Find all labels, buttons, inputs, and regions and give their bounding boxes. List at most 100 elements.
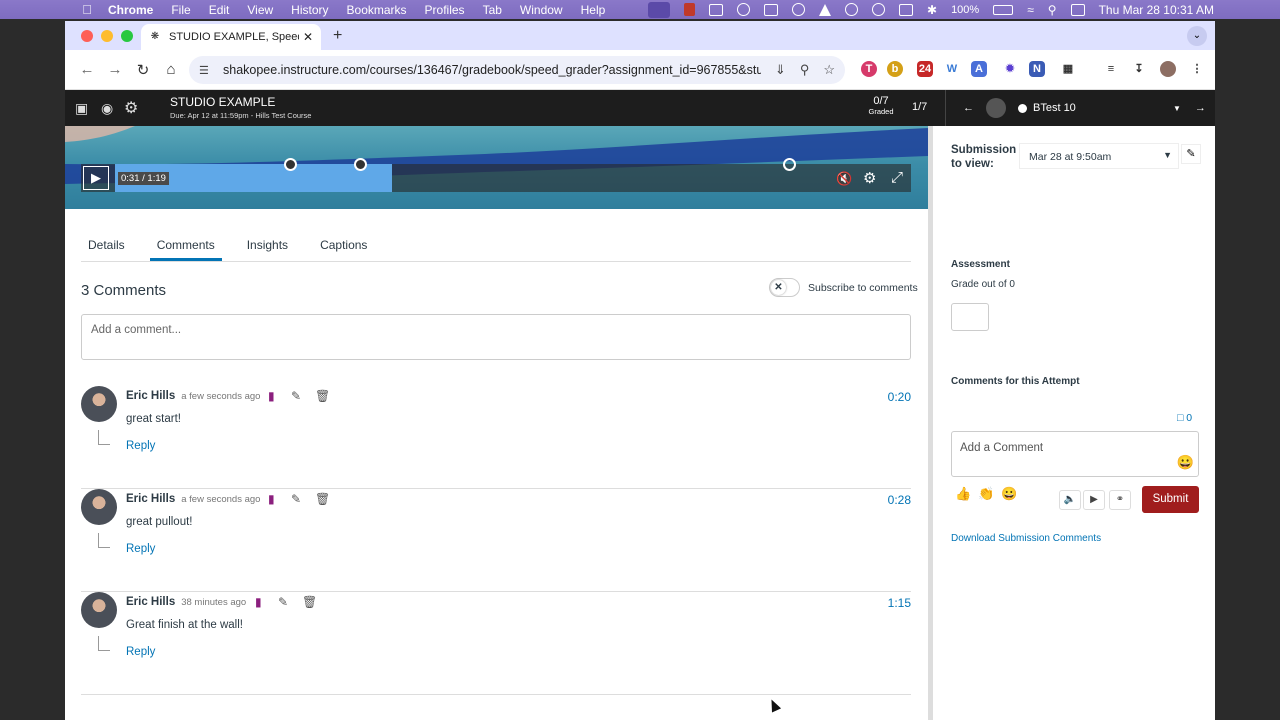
- delete-trash-icon[interactable]: 🗑: [315, 389, 330, 403]
- comment-marker[interactable]: [284, 158, 297, 171]
- comment-marker[interactable]: [354, 158, 367, 171]
- comment-timestamp-link[interactable]: 1:15: [888, 596, 911, 610]
- delete-trash-icon[interactable]: 🗑: [315, 492, 330, 506]
- settings-gear-icon[interactable]: ⚙: [124, 98, 138, 118]
- close-tab-icon[interactable]: ✕: [303, 30, 313, 44]
- audio-comment-icon[interactable]: 🔈: [1059, 490, 1081, 510]
- comment-timestamp-link[interactable]: 0:28: [888, 493, 911, 507]
- submission-select[interactable]: Mar 28 at 9:50am ▼: [1019, 143, 1179, 169]
- thumbs-up-emoji-icon[interactable]: 👍: [955, 486, 971, 502]
- reply-link[interactable]: Reply: [126, 440, 155, 452]
- comment-marker[interactable]: [783, 158, 796, 171]
- edit-pencil-icon[interactable]: ✎: [291, 389, 301, 403]
- wifi-icon[interactable]: ≈: [1027, 3, 1034, 17]
- extensions-puzzle-icon[interactable]: ▦: [1060, 61, 1076, 77]
- reply-link[interactable]: Reply: [126, 543, 155, 555]
- close-window-button[interactable]: [81, 30, 93, 42]
- subscribe-toggle[interactable]: ✕ Subscribe to comments: [769, 278, 918, 297]
- subscribe-switch[interactable]: ✕: [769, 278, 800, 297]
- extension-w-icon[interactable]: W: [944, 61, 960, 77]
- tab-search-icon[interactable]: ⌄: [1187, 26, 1207, 46]
- edit-pencil-icon[interactable]: ✎: [291, 492, 301, 506]
- gradebook-icon[interactable]: ▣: [75, 100, 88, 117]
- extension-b-icon[interactable]: b: [887, 61, 903, 77]
- record-app-icon[interactable]: [684, 3, 695, 16]
- extension-translate-icon[interactable]: A: [971, 61, 987, 77]
- display-icon[interactable]: [899, 3, 913, 16]
- chrome-menu-icon[interactable]: ⋮: [1189, 61, 1205, 77]
- submit-button[interactable]: Submit: [1142, 486, 1199, 513]
- install-icon[interactable]: ⇓: [775, 62, 786, 78]
- smile-emoji-icon[interactable]: 😀: [1001, 486, 1017, 502]
- extension-badge-icon[interactable]: 24: [917, 61, 933, 77]
- video-settings-icon[interactable]: ⚙: [863, 169, 876, 187]
- screenshot-icon[interactable]: [709, 3, 723, 16]
- add-comment-textarea[interactable]: Add a Comment 😀: [951, 431, 1199, 477]
- menu-tab[interactable]: Tab: [483, 3, 502, 17]
- video-comment-icon[interactable]: ▶: [1083, 490, 1105, 510]
- people-icon[interactable]: [737, 3, 750, 16]
- triangle-icon[interactable]: [819, 3, 831, 16]
- moon-icon[interactable]: [845, 3, 858, 16]
- student-dropdown-icon[interactable]: ▼: [1173, 104, 1181, 113]
- menu-chrome[interactable]: Chrome: [108, 3, 153, 17]
- maximize-window-button[interactable]: [121, 30, 133, 42]
- fullscreen-icon[interactable]: ⤢: [891, 169, 903, 186]
- previous-student-icon[interactable]: ←: [963, 102, 974, 114]
- site-info-icon[interactable]: ☰: [199, 64, 213, 77]
- battery-icon[interactable]: [993, 4, 1014, 15]
- back-icon[interactable]: ←: [73, 61, 101, 78]
- bookmark-star-icon[interactable]: ☆: [823, 62, 835, 78]
- tab-details[interactable]: Details: [81, 230, 132, 261]
- menu-profiles[interactable]: Profiles: [425, 3, 465, 17]
- comment-timestamp-link[interactable]: 0:20: [888, 390, 911, 404]
- edit-pencil-icon[interactable]: ✎: [1181, 144, 1201, 164]
- add-comment-input[interactable]: Add a comment...: [81, 314, 911, 360]
- menu-window[interactable]: Window: [520, 3, 563, 17]
- download-comments-link[interactable]: Download Submission Comments: [951, 533, 1101, 544]
- reload-icon[interactable]: ↻: [129, 61, 157, 79]
- app-icon[interactable]: [764, 3, 778, 16]
- delete-trash-icon[interactable]: 🗑: [302, 595, 317, 609]
- new-tab-icon[interactable]: +: [333, 27, 342, 45]
- emoji-picker-icon[interactable]: 😀: [1177, 454, 1194, 471]
- search-icon[interactable]: ⚲: [1048, 3, 1057, 17]
- menu-history[interactable]: History: [291, 3, 328, 17]
- edit-pencil-icon[interactable]: ✎: [278, 595, 288, 609]
- tab-insights[interactable]: Insights: [240, 230, 295, 261]
- forward-icon[interactable]: →: [101, 61, 129, 78]
- hide-names-eye-icon[interactable]: ◉: [101, 100, 113, 117]
- next-student-icon[interactable]: →: [1195, 102, 1206, 114]
- reading-list-icon[interactable]: ≡: [1103, 61, 1119, 77]
- mute-icon[interactable]: 🔇: [836, 171, 852, 187]
- clapping-emoji-icon[interactable]: 👏: [978, 486, 994, 502]
- bookmark-icon[interactable]: ▮: [268, 492, 275, 506]
- student-selector[interactable]: ← BTest 10 ▼ →: [963, 98, 1206, 118]
- play-icon[interactable]: [872, 3, 885, 16]
- play-button[interactable]: ▶: [83, 166, 109, 190]
- video-player[interactable]: ▶ 0:31 / 1:19 🔇 ⚙ ⤢: [65, 126, 928, 209]
- browser-tab[interactable]: ❋ STUDIO EXAMPLE, SpeedGrader ✕: [141, 24, 321, 50]
- profile-avatar[interactable]: [1160, 61, 1176, 77]
- address-bar[interactable]: ☰ shakopee.instructure.com/courses/13646…: [189, 56, 845, 84]
- extension-n-icon[interactable]: N: [1029, 61, 1045, 77]
- reply-link[interactable]: Reply: [126, 646, 155, 658]
- bluetooth-icon[interactable]: ✱: [927, 3, 937, 17]
- menu-file[interactable]: File: [171, 3, 190, 17]
- zoom-icon[interactable]: ⚲: [800, 62, 810, 78]
- globe-icon[interactable]: [792, 3, 805, 16]
- download-icon[interactable]: ↧: [1131, 61, 1147, 77]
- comment-count-badge[interactable]: □ 0: [1177, 412, 1192, 424]
- tab-captions[interactable]: Captions: [313, 230, 374, 261]
- extension-t-icon[interactable]: T: [861, 61, 877, 77]
- menu-edit[interactable]: Edit: [209, 3, 230, 17]
- apple-icon[interactable]: : [80, 2, 94, 17]
- control-center-icon[interactable]: [1070, 3, 1085, 16]
- menu-bookmarks[interactable]: Bookmarks: [347, 3, 407, 17]
- assignment-title[interactable]: STUDIO EXAMPLE: [170, 95, 275, 109]
- bookmark-icon[interactable]: ▮: [268, 389, 275, 403]
- bookmark-icon[interactable]: ▮: [255, 595, 262, 609]
- screen-recorder-icon[interactable]: [648, 1, 670, 18]
- home-icon[interactable]: ⌂: [157, 61, 185, 78]
- attachment-icon[interactable]: ⚭: [1109, 490, 1131, 510]
